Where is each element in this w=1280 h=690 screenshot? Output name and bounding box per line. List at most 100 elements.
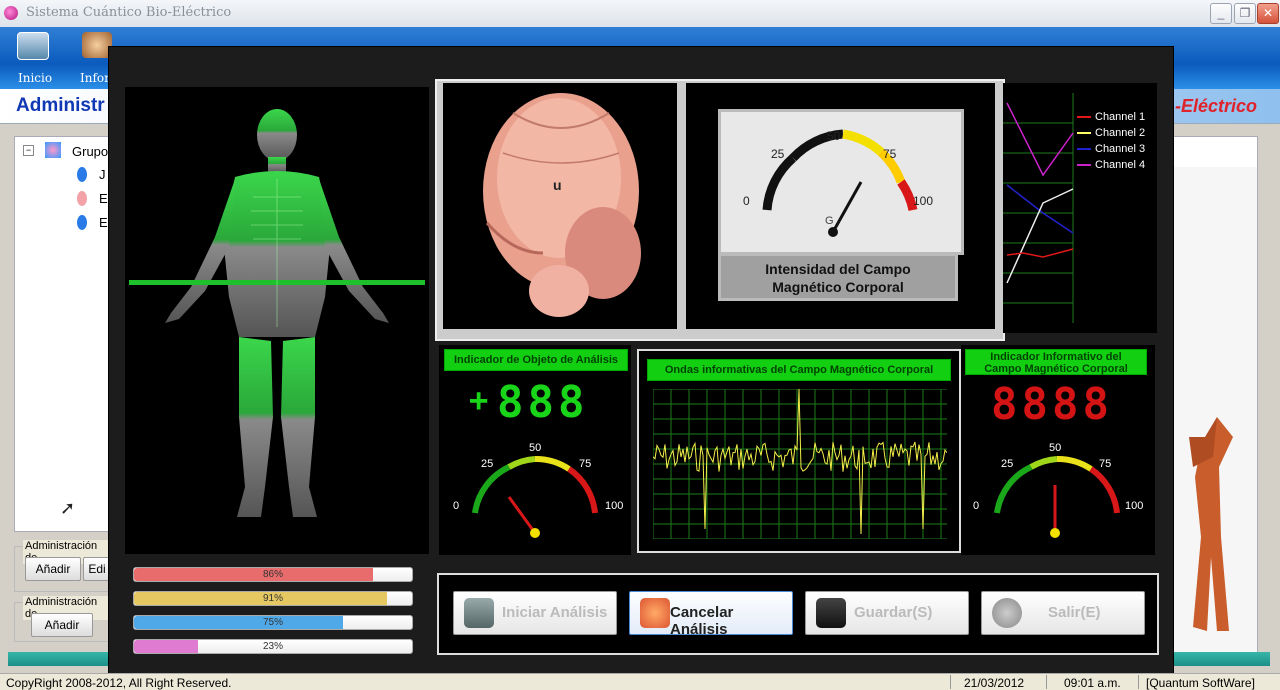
wave-signal-line (653, 389, 947, 535)
toolbar-home-label[interactable]: Inicio (18, 71, 52, 85)
window-title: Sistema Cuántico Bio-Eléctrico (26, 5, 232, 20)
prostate-organ-icon (483, 93, 641, 317)
brand-title: -Eléctrico (1175, 96, 1258, 116)
edit-button[interactable]: Edi (83, 557, 111, 581)
legend-item-channel-2: Channel 2 (1077, 125, 1145, 141)
start-analysis-button[interactable]: Iniciar Análisis (453, 591, 617, 635)
admin-groupbox-2: Administración de Añadir (14, 596, 110, 642)
waves-panel: Ondas informativas del Campo Magnético C… (637, 349, 961, 553)
legend-swatch (1077, 116, 1091, 119)
gauge-label: 50 (1049, 442, 1061, 454)
chart-legend: Channel 1 Channel 2 Channel 3 Channel 4 (1077, 109, 1145, 173)
tree-panel: − Grupo J E E (14, 136, 110, 532)
progress-bar: 86% (133, 567, 413, 582)
progress-bar-label: 23% (262, 641, 283, 652)
object-sign: + (469, 381, 493, 419)
status-separator (1138, 675, 1139, 689)
progress-bar-label: 86% (262, 569, 283, 580)
tree-root[interactable]: Grupo (72, 144, 108, 159)
power-icon (992, 598, 1022, 628)
status-company: [Quantum SoftWare] (1146, 676, 1255, 690)
gauge-label-50: 50 (827, 129, 841, 143)
gauge-label-0: 0 (743, 194, 750, 208)
gauge-label-100: 100 (913, 194, 933, 208)
minimize-button[interactable]: _ (1210, 3, 1232, 24)
waves-title: Ondas informativas del Campo Magnético C… (647, 359, 951, 381)
right-decoration-panel (1172, 136, 1258, 658)
legend-swatch (1077, 164, 1091, 167)
close-button[interactable]: ✕ (1257, 3, 1279, 24)
object-gauge: 0 25 50 75 100 (453, 442, 623, 538)
anatomy-figure-icon (1173, 167, 1257, 657)
progress-bar: 91% (133, 591, 413, 606)
gauge-label-25: 25 (771, 147, 785, 161)
progress-bar-label: 75% (262, 617, 283, 628)
admin-groupbox-1: Administración de Añadir Edi (14, 540, 111, 592)
gauge-label: 50 (529, 442, 541, 454)
main-gauge-dial: 0 25 50 75 100 G (718, 109, 964, 255)
maximize-button[interactable]: ❐ (1234, 3, 1256, 24)
add-button[interactable]: Añadir (31, 613, 93, 637)
title-bar: Sistema Cuántico Bio-Eléctrico _ ❐ ✕ (0, 0, 1280, 28)
organ-image: u (443, 83, 677, 329)
person-icon (77, 191, 87, 206)
channel-chart: Channel 1 Channel 2 Channel 3 Channel 4 (1003, 83, 1157, 333)
legend-label: Channel 2 (1095, 127, 1146, 139)
floppy-disk-icon (816, 598, 846, 628)
cancel-analysis-button[interactable]: Cancelar Análisis (629, 591, 793, 638)
action-bar: Iniciar Análisis Cancelar Análisis Guard… (437, 573, 1159, 655)
start-analysis-label: Iniciar Análisis (502, 604, 608, 621)
status-time: 09:01 a.m. (1064, 676, 1121, 690)
refresh-icon (640, 598, 670, 628)
legend-item-channel-4: Channel 4 (1077, 157, 1145, 173)
legend-label: Channel 1 (1095, 111, 1146, 123)
home-icon[interactable] (17, 32, 49, 60)
gauge-label: 25 (1001, 458, 1013, 470)
progress-bar: 23% (133, 639, 413, 654)
thumb-icon (464, 598, 494, 628)
gauge-label: 0 (973, 500, 979, 512)
analysis-dialog: u 0 25 50 75 100 G Intensidad del Campo (108, 46, 1174, 674)
progress-bar: 75% (133, 615, 413, 630)
gauge-label: 100 (1125, 500, 1143, 512)
human-body-scan-icon (129, 109, 425, 517)
legend-label: Channel 4 (1095, 159, 1146, 171)
main-gauge-panel: 0 25 50 75 100 G Intensidad del Campo Ma… (686, 83, 995, 329)
legend-label: Channel 3 (1095, 143, 1146, 155)
save-button[interactable]: Guardar(S) (805, 591, 969, 635)
field-indicator-title: Indicador Informativo del Campo Magnétic… (965, 349, 1147, 375)
gauge-label: 25 (481, 458, 493, 470)
exit-button[interactable]: Salir(E) (981, 591, 1145, 635)
main-gauge-svg: 0 25 50 75 100 G (743, 129, 933, 237)
object-indicator-title: Indicador de Objeto de Análisis (444, 349, 628, 371)
field-gauge: 0 25 50 75 100 (973, 442, 1143, 538)
tree-item[interactable]: E (99, 215, 108, 230)
legend-swatch (1077, 132, 1091, 135)
field-lcd-display: 8888 (991, 379, 1113, 430)
mouse-cursor-icon: ➚ (60, 498, 76, 518)
status-separator (950, 675, 951, 689)
progress-bar-label: 91% (262, 593, 283, 604)
status-separator (1046, 675, 1047, 689)
legend-item-channel-1: Channel 1 (1077, 109, 1145, 125)
add-button[interactable]: Añadir (25, 557, 81, 581)
save-label: Guardar(S) (854, 604, 933, 621)
person-icon (77, 167, 87, 182)
cancel-analysis-label: Cancelar Análisis (670, 604, 734, 638)
toolbar-info-label[interactable]: Infor (80, 71, 110, 85)
gauge-label: 100 (605, 500, 623, 512)
waves-graph (653, 389, 947, 539)
copyright-text: CopyRight 2008-2012, All Right Reserved. (6, 676, 232, 690)
exit-label: Salir(E) (1048, 604, 1101, 621)
field-indicator-title-line-2: Campo Magnético Corporal (984, 363, 1128, 375)
status-bar: CopyRight 2008-2012, All Right Reserved.… (0, 673, 1280, 690)
organ-label: u (553, 177, 562, 193)
tree-item[interactable]: J (99, 167, 106, 182)
gauge-label-75: 75 (883, 147, 897, 161)
person-icon (77, 215, 87, 230)
gauge-label: 75 (579, 458, 591, 470)
body-scan-panel (125, 87, 429, 554)
tree-collapse-toggle[interactable]: − (23, 145, 34, 156)
tree-item[interactable]: E (99, 191, 108, 206)
field-indicator-title-line-1: Indicador Informativo del (990, 351, 1122, 363)
